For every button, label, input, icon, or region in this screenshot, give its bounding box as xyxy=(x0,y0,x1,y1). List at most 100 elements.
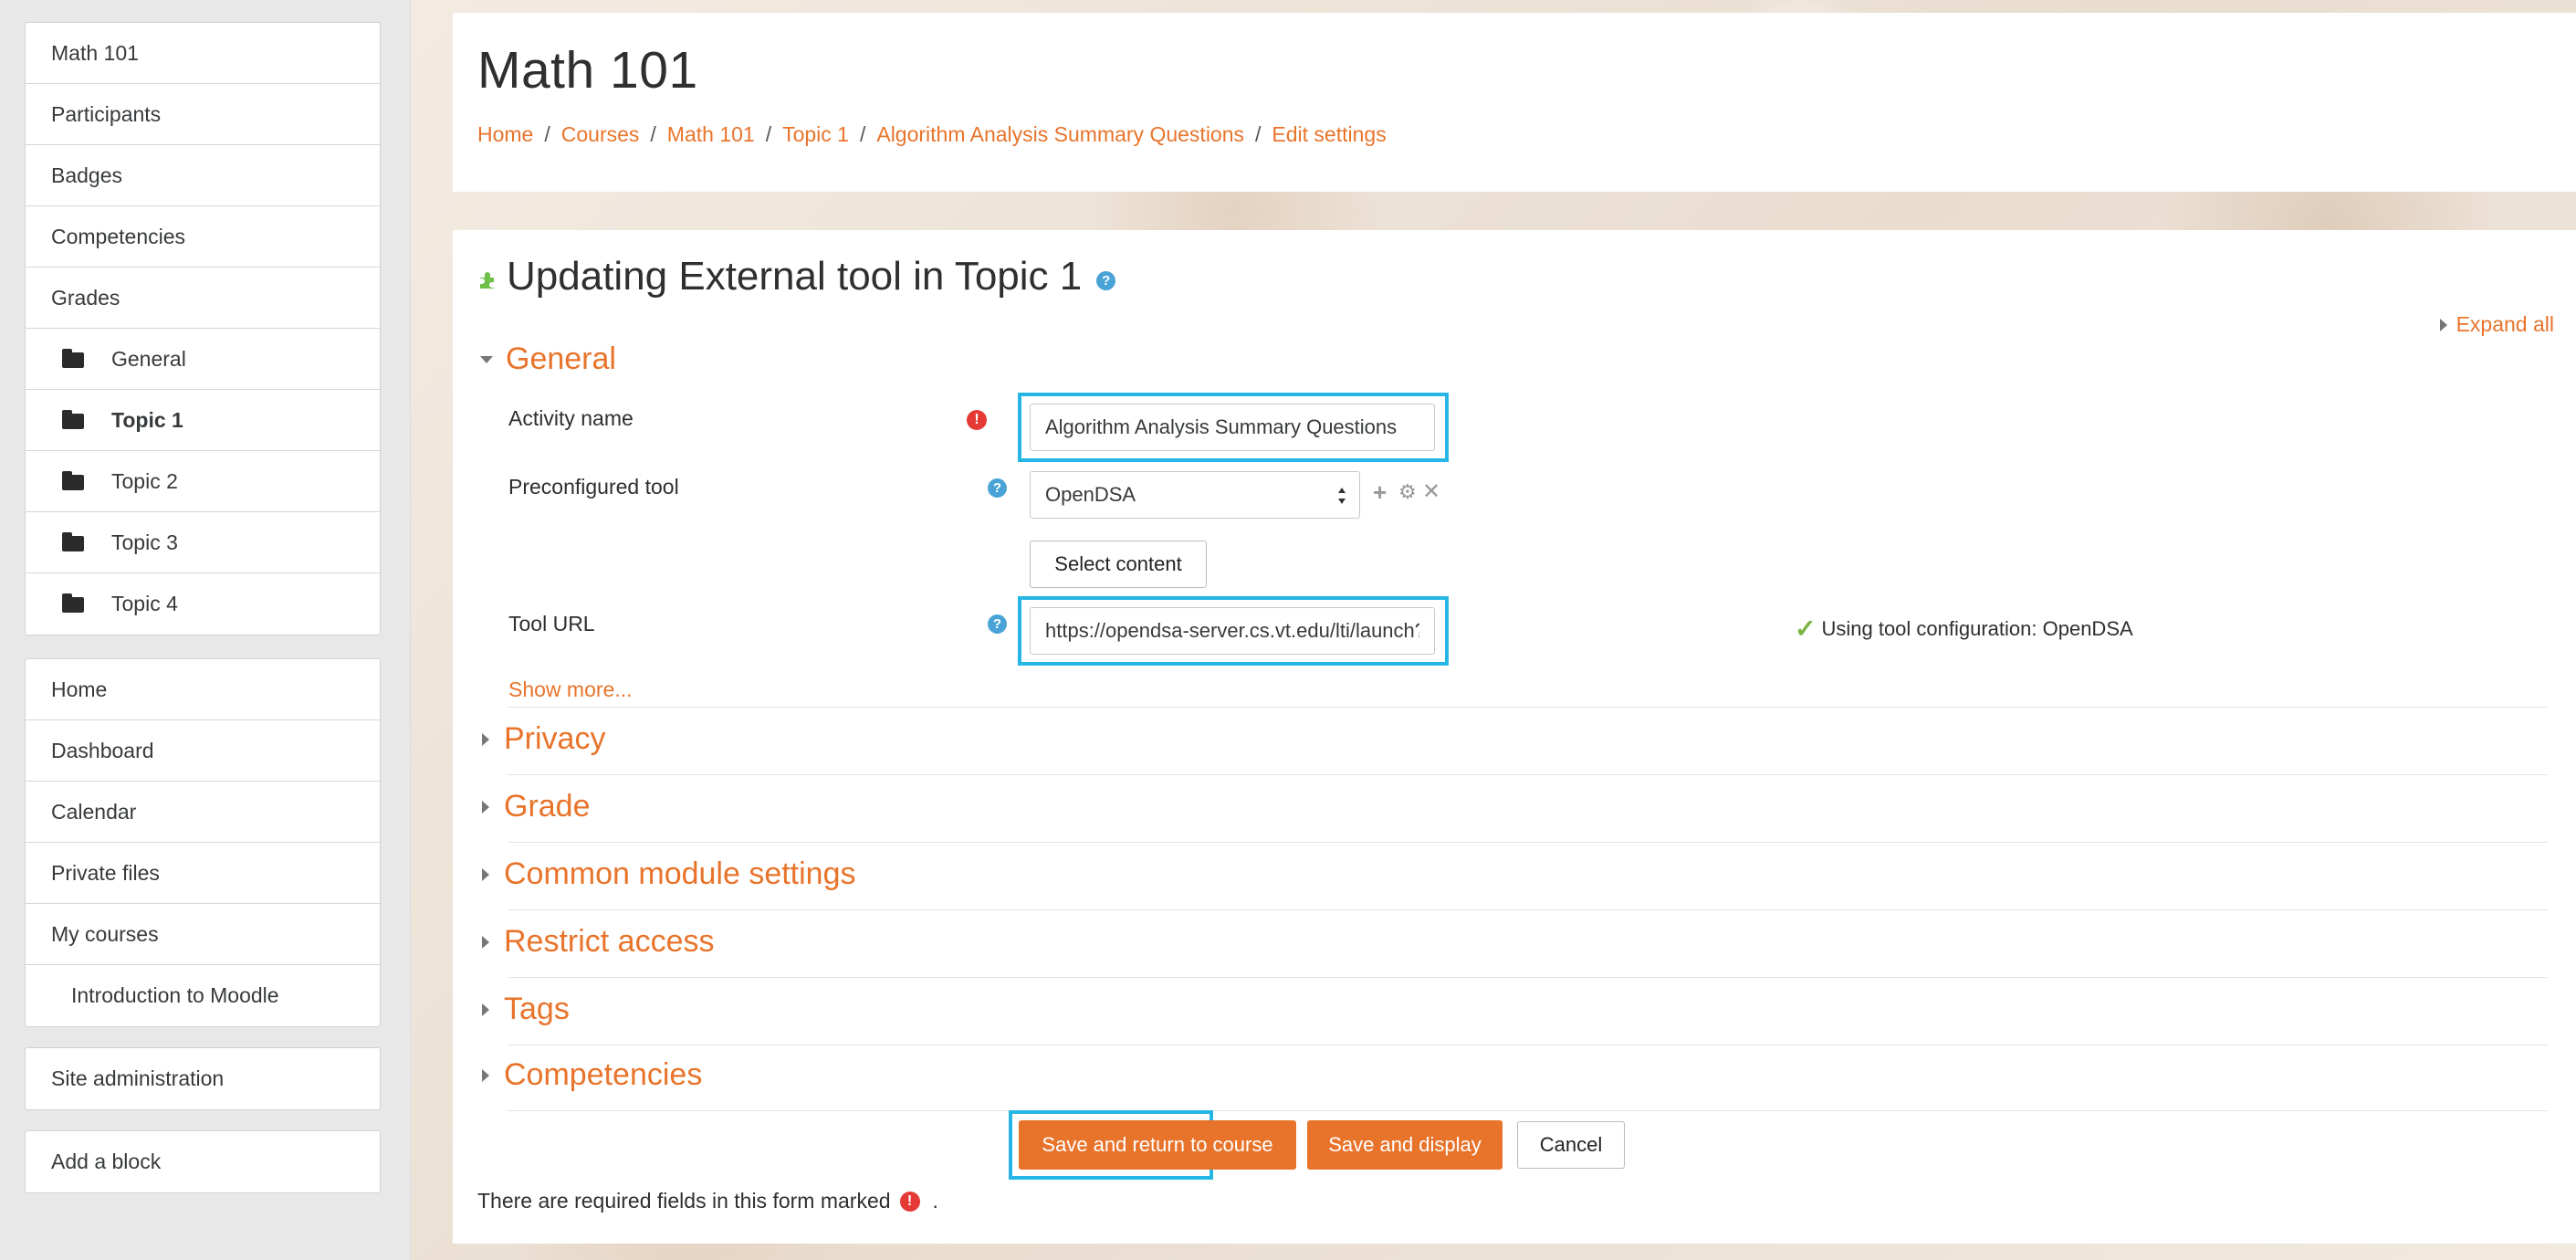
caret-right-icon xyxy=(482,1003,489,1016)
sidebar-item-topic-3[interactable]: Topic 3 xyxy=(26,512,380,573)
section-header-grade[interactable]: Grade xyxy=(480,789,2548,824)
sidebar-item-home[interactable]: Home xyxy=(26,659,380,720)
sidebar-item-label: Topic 1 xyxy=(111,407,183,432)
sidebar-item-label: Math 101 xyxy=(51,40,139,65)
sidebar-item-topic-2[interactable]: Topic 2 xyxy=(26,451,380,512)
divider xyxy=(508,774,2548,775)
tool-config-status: ✓ Using tool configuration: OpenDSA xyxy=(1795,614,2133,644)
sidebar-item-calendar[interactable]: Calendar xyxy=(26,782,380,843)
section-header-tags[interactable]: Tags xyxy=(480,992,2548,1027)
show-more-link[interactable]: Show more... xyxy=(508,677,633,702)
add-block-button[interactable]: Add a block xyxy=(26,1131,380,1192)
folder-icon xyxy=(62,531,84,551)
tool-url-input[interactable] xyxy=(1030,607,1435,655)
page-header: Math 101 Home / Courses / Math 101 / Top… xyxy=(453,13,2576,192)
section-title: Grade xyxy=(504,789,591,824)
activity-name-label: Activity name xyxy=(508,406,634,430)
chevron-updown-icon xyxy=(1338,488,1346,504)
section-title: General xyxy=(506,341,616,376)
section-title: Competencies xyxy=(504,1057,703,1092)
folder-icon xyxy=(62,409,84,429)
site-navigation-block: Home Dashboard Calendar Private files My… xyxy=(25,658,381,1027)
caret-down-icon xyxy=(480,355,493,363)
section-header-general[interactable]: General xyxy=(480,341,616,377)
selected-value: OpenDSA xyxy=(1045,483,1136,506)
breadcrumb-courses[interactable]: Courses xyxy=(561,122,640,147)
sidebar-item-label: Calendar xyxy=(51,799,137,824)
sidebar-item-math-101[interactable]: Math 101 xyxy=(26,23,380,84)
sidebar-item-competencies[interactable]: Competencies xyxy=(26,206,380,268)
close-icon[interactable]: ✕ xyxy=(1422,478,1440,505)
sidebar-item-badges[interactable]: Badges xyxy=(26,145,380,206)
page-title: Math 101 xyxy=(477,41,698,100)
caret-right-icon xyxy=(482,1068,489,1082)
sidebar-item-label: Home xyxy=(51,677,108,701)
sidebar-item-dashboard[interactable]: Dashboard xyxy=(26,720,380,782)
divider xyxy=(508,1110,2548,1111)
sidebar-item-label: Grades xyxy=(51,285,120,310)
sidebar-item-label: Competencies xyxy=(51,224,186,248)
sidebar-item-grades[interactable]: Grades xyxy=(26,268,380,329)
section-header-privacy[interactable]: Privacy xyxy=(480,721,2548,757)
breadcrumb-edit-settings[interactable]: Edit settings xyxy=(1272,122,1386,147)
help-icon[interactable]: ? xyxy=(988,614,1007,634)
sidebar-item-label: Badges xyxy=(51,163,123,187)
select-content-button[interactable]: Select content xyxy=(1030,541,1207,588)
sidebar-item-topic-1[interactable]: Topic 1 xyxy=(26,390,380,451)
folder-icon xyxy=(62,348,84,368)
sidebar-item-label: Introduction to Moodle xyxy=(71,983,279,1007)
help-icon[interactable]: ? xyxy=(988,478,1007,498)
sidebar-item-label: My courses xyxy=(51,921,159,946)
required-fields-note: There are required fields in this form m… xyxy=(477,1189,938,1213)
preconfigured-tool-select[interactable]: OpenDSA xyxy=(1030,471,1360,519)
cancel-button[interactable]: Cancel xyxy=(1517,1121,1625,1169)
breadcrumb-activity[interactable]: Algorithm Analysis Summary Questions xyxy=(876,122,1244,147)
sidebar-item-site-administration[interactable]: Site administration xyxy=(26,1048,380,1109)
add-icon[interactable]: + xyxy=(1373,478,1387,507)
required-note-end: . xyxy=(932,1189,938,1213)
save-and-return-button[interactable]: Save and return to course xyxy=(1019,1120,1296,1170)
sidebar-item-introduction-to-moodle[interactable]: Introduction to Moodle xyxy=(26,965,380,1026)
section-header-restrict-access[interactable]: Restrict access xyxy=(480,924,2548,960)
breadcrumb-separator: / xyxy=(544,122,550,146)
breadcrumb-home[interactable]: Home xyxy=(477,122,533,147)
main-content: Updating External tool in Topic 1 ? Expa… xyxy=(453,230,2576,1244)
gear-icon[interactable]: ⚙ xyxy=(1398,480,1417,504)
add-block-block: Add a block xyxy=(25,1130,381,1193)
sidebar-item-private-files[interactable]: Private files xyxy=(26,843,380,904)
sidebar-item-general[interactable]: General xyxy=(26,329,380,390)
caret-right-icon xyxy=(482,867,489,881)
form-heading: Updating External tool in Topic 1 ? xyxy=(477,254,1116,299)
tool-url-label: Tool URL xyxy=(508,612,595,635)
caret-right-icon xyxy=(482,935,489,949)
sidebar-item-label: Private files xyxy=(51,860,160,885)
breadcrumb-separator: / xyxy=(650,122,656,146)
help-icon[interactable]: ? xyxy=(1096,270,1116,290)
required-icon: ! xyxy=(967,410,987,430)
caret-right-icon xyxy=(2439,318,2447,331)
breadcrumb-separator: / xyxy=(859,122,866,146)
breadcrumb-separator: / xyxy=(1255,122,1262,146)
sidebar-item-participants[interactable]: Participants xyxy=(26,84,380,145)
check-icon: ✓ xyxy=(1795,614,1817,643)
sidebar-item-label: Add a block xyxy=(51,1150,162,1173)
breadcrumb-topic-1[interactable]: Topic 1 xyxy=(782,122,849,147)
section-header-competencies[interactable]: Competencies xyxy=(480,1057,2548,1093)
expand-all-label: Expand all xyxy=(2456,312,2554,336)
section-header-common-module-settings[interactable]: Common module settings xyxy=(480,856,2548,892)
section-title: Privacy xyxy=(504,721,606,756)
divider xyxy=(508,707,2548,708)
breadcrumb-math-101[interactable]: Math 101 xyxy=(667,122,755,147)
breadcrumb-separator: / xyxy=(765,122,772,146)
sidebar-item-my-courses[interactable]: My courses xyxy=(26,904,380,965)
activity-name-input[interactable] xyxy=(1030,404,1435,451)
course-navigation-block: Math 101 Participants Badges Competencie… xyxy=(25,22,381,635)
required-icon: ! xyxy=(899,1191,920,1212)
sidebar-item-label: Site administration xyxy=(51,1066,225,1090)
sidebar-item-topic-4[interactable]: Topic 4 xyxy=(26,573,380,635)
divider xyxy=(508,842,2548,843)
heading-text: Updating External tool in Topic 1 xyxy=(507,254,1083,299)
divider xyxy=(508,909,2548,910)
expand-all-link[interactable]: Expand all xyxy=(2439,312,2554,337)
save-and-display-button[interactable]: Save and display xyxy=(1307,1120,1503,1170)
